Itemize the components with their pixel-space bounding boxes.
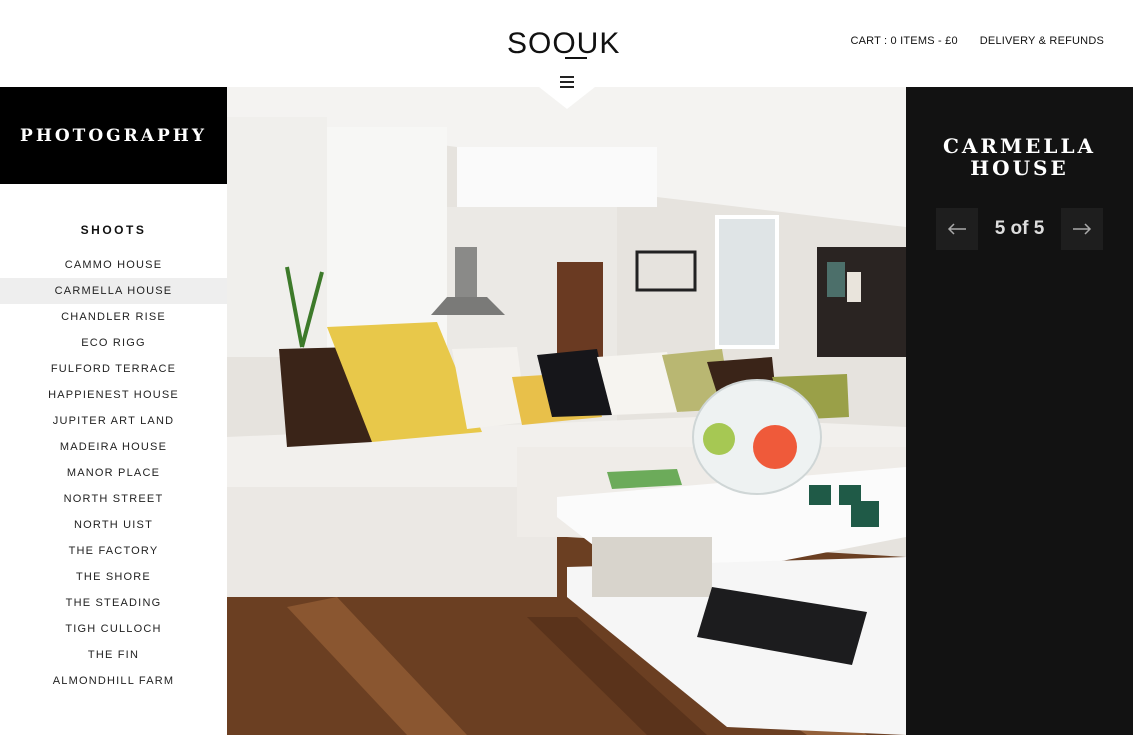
arrow-right-icon[interactable] [1061, 208, 1103, 250]
shoots-heading: SHOOTS [80, 223, 147, 237]
shoot-title-line2: HOUSE [970, 156, 1069, 180]
site-header: SOOUK CART : 0 ITEMS - £0 DELIVERY & REF… [0, 0, 1133, 87]
shoot-item[interactable]: NORTH STREET [0, 486, 227, 512]
shoot-item[interactable]: HAPPIENEST HOUSE [0, 382, 227, 408]
shoot-item[interactable]: TIGH CULLOCH [0, 616, 227, 642]
shoot-item[interactable]: JUPITER ART LAND [0, 408, 227, 434]
delivery-refunds-link[interactable]: DELIVERY & REFUNDS [980, 35, 1104, 47]
section-title: PHOTOGRAPHY [0, 87, 227, 184]
shoot-item[interactable]: NORTH UIST [0, 512, 227, 538]
shoot-info-panel: CARMELLA HOUSE 5 of 5 [906, 87, 1133, 735]
shoot-item[interactable]: MADEIRA HOUSE [0, 434, 227, 460]
svg-text:SOOUK: SOOUK [507, 27, 620, 60]
header-links: CART : 0 ITEMS - £0 DELIVERY & REFUNDS [850, 35, 1104, 47]
shoot-item[interactable]: ALMONDHILL FARM [0, 668, 227, 694]
menu-notch [539, 87, 595, 109]
shoot-item[interactable]: THE SHORE [0, 564, 227, 590]
cart-amount: £0 [945, 35, 958, 47]
shoot-item[interactable]: FULFORD TERRACE [0, 356, 227, 382]
shoot-title: CARMELLA HOUSE [906, 135, 1133, 179]
shoot-item[interactable]: THE FIN [0, 642, 227, 668]
site-logo[interactable]: SOOUK [505, 24, 629, 60]
shoot-item[interactable]: THE FACTORY [0, 538, 227, 564]
cart-link[interactable]: CART : 0 ITEMS - £0 [850, 35, 957, 47]
shoot-item[interactable]: ECO RIGG [0, 330, 227, 356]
pager-count: 5 of 5 [994, 218, 1045, 239]
shoot-list: CAMMO HOUSE CARMELLA HOUSE CHANDLER RISE… [0, 252, 227, 694]
shoot-item-active[interactable]: CARMELLA HOUSE [0, 278, 227, 304]
shoot-photo [227, 87, 906, 735]
hamburger-menu-icon[interactable] [560, 76, 574, 88]
photo-pager: 5 of 5 [936, 208, 1103, 250]
shoot-title-line1: CARMELLA [942, 134, 1097, 158]
arrow-left-icon[interactable] [936, 208, 978, 250]
cart-label: CART : 0 ITEMS - [850, 35, 946, 47]
shoot-item[interactable]: MANOR PLACE [0, 460, 227, 486]
shoot-item[interactable]: CHANDLER RISE [0, 304, 227, 330]
living-room-photo [227, 87, 906, 735]
shoots-sidebar: PHOTOGRAPHY SHOOTS CAMMO HOUSE CARMELLA … [0, 87, 227, 735]
shoot-item[interactable]: THE STEADING [0, 590, 227, 616]
shoot-item[interactable]: CAMMO HOUSE [0, 252, 227, 278]
logo-wordmark: SOOUK [507, 27, 620, 60]
